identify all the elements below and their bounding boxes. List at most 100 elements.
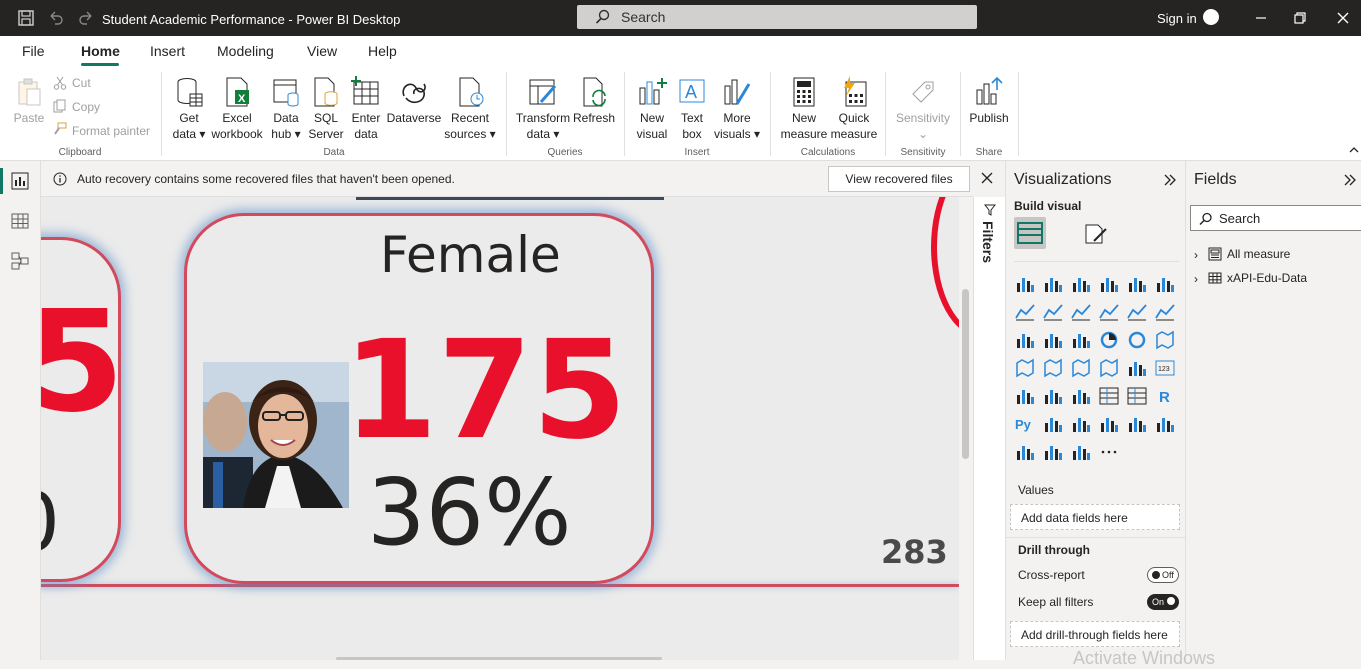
menu-insert[interactable]: Insert: [150, 43, 185, 59]
donut-chart-icon[interactable]: [1126, 329, 1148, 351]
area-chart-icon[interactable]: [1042, 301, 1064, 323]
line-column-chart-icon[interactable]: [1098, 301, 1120, 323]
menu-file[interactable]: File: [22, 43, 45, 59]
avatar[interactable]: [1203, 9, 1219, 25]
scrollbar-thumb[interactable]: [962, 289, 969, 459]
python-visual-icon[interactable]: Py: [1014, 413, 1036, 435]
sql-server-button[interactable]: SQL Server: [306, 76, 346, 142]
sql-label-2: Server: [308, 127, 344, 141]
multi-row-card-icon[interactable]: [1014, 385, 1036, 407]
line-clustered-column-chart-icon[interactable]: [1126, 301, 1148, 323]
publish-button[interactable]: Publish: [966, 76, 1012, 126]
new-visual-button[interactable]: New visual: [632, 76, 672, 142]
title-search-box[interactable]: Search: [577, 5, 977, 29]
quick-measure-button[interactable]: Quick measure: [829, 76, 879, 142]
more-visuals-button[interactable]: More visuals ▾: [712, 76, 762, 142]
shape-map-icon[interactable]: [1070, 357, 1092, 379]
menu-modeling[interactable]: Modeling: [217, 43, 274, 59]
redo-icon[interactable]: [76, 8, 96, 28]
filled-map-icon[interactable]: [1042, 357, 1064, 379]
stacked-bar-chart-icon[interactable]: [1014, 273, 1036, 295]
minimize-icon[interactable]: [1251, 8, 1271, 28]
menu-help[interactable]: Help: [368, 43, 397, 59]
restore-icon[interactable]: [1290, 8, 1310, 28]
more-visuals-ellipsis-icon[interactable]: [1098, 441, 1120, 463]
report-canvas[interactable]: 5 0 Female 175 36% 283: [41, 197, 959, 660]
build-visual-icon: [1017, 222, 1043, 244]
ribbon-separator: [885, 72, 886, 156]
transform-data-button[interactable]: Transform data ▾: [514, 76, 572, 142]
ribbon-chart-icon[interactable]: [1154, 301, 1176, 323]
expand-pane-icon[interactable]: [1342, 173, 1358, 187]
line-chart-icon[interactable]: [1014, 301, 1036, 323]
collapse-ribbon-icon[interactable]: [1349, 146, 1359, 154]
close-window-icon[interactable]: [1333, 8, 1353, 28]
paginated-report-icon[interactable]: [1014, 441, 1036, 463]
cut-button[interactable]: Cut: [72, 76, 91, 90]
slicer-icon[interactable]: [1070, 385, 1092, 407]
recent-label-2: sources: [444, 127, 487, 141]
new-measure-button[interactable]: New measure: [778, 76, 830, 142]
data-hub-button[interactable]: Data hub ▾: [266, 76, 306, 142]
smart-narrative-icon[interactable]: [1126, 413, 1148, 435]
expand-pane-icon[interactable]: [1162, 173, 1178, 187]
treemap-icon[interactable]: [1154, 329, 1176, 351]
clustered-column-chart-icon[interactable]: [1098, 273, 1120, 295]
table-icon[interactable]: [1098, 385, 1120, 407]
100-column-chart-icon[interactable]: [1154, 273, 1176, 295]
sign-in-link[interactable]: Sign in: [1157, 11, 1197, 26]
waterfall-chart-icon[interactable]: [1014, 329, 1036, 351]
text-box-button[interactable]: A Text box: [673, 76, 711, 142]
map-icon[interactable]: [1014, 357, 1036, 379]
gauge-icon[interactable]: [1126, 357, 1148, 379]
excel-workbook-button[interactable]: X Excel workbook: [209, 76, 265, 142]
close-icon[interactable]: [980, 171, 994, 185]
decomposition-tree-icon[interactable]: [1070, 413, 1092, 435]
r-visual-icon[interactable]: R: [1154, 385, 1176, 407]
values-drop-zone[interactable]: Add data fields here: [1010, 504, 1180, 530]
stacked-area-chart-icon[interactable]: [1070, 301, 1092, 323]
funnel-chart-icon[interactable]: [1042, 329, 1064, 351]
model-view-icon[interactable]: [10, 251, 30, 271]
drill-through-drop-zone[interactable]: Add drill-through fields here: [1010, 621, 1180, 647]
enter-data-button[interactable]: Enter data: [346, 76, 386, 142]
matrix-icon[interactable]: [1126, 385, 1148, 407]
view-recovered-files-button[interactable]: View recovered files: [828, 166, 970, 192]
key-influencers-icon[interactable]: [1042, 413, 1064, 435]
clustered-bar-chart-icon[interactable]: [1070, 273, 1092, 295]
refresh-button[interactable]: Refresh: [572, 76, 616, 126]
format-visual-icon[interactable]: [1082, 221, 1108, 247]
cross-report-toggle[interactable]: Off: [1147, 567, 1179, 583]
paste-button[interactable]: Paste: [12, 76, 46, 126]
get-data-button[interactable]: Get data ▾: [168, 76, 210, 142]
recent-sources-button[interactable]: Recent sources ▾: [442, 76, 498, 142]
report-view-icon[interactable]: [10, 171, 30, 191]
save-icon[interactable]: [16, 8, 36, 28]
copy-button[interactable]: Copy: [72, 100, 100, 114]
pie-chart-icon[interactable]: [1098, 329, 1120, 351]
qa-visual-icon[interactable]: [1098, 413, 1120, 435]
trophy-visual-icon[interactable]: [1154, 413, 1176, 435]
fields-search-input[interactable]: Search: [1190, 205, 1361, 231]
filters-pane-collapsed[interactable]: Filters: [973, 197, 1005, 660]
100-bar-chart-icon[interactable]: [1126, 273, 1148, 295]
card-icon[interactable]: 123: [1154, 357, 1176, 379]
canvas-scrollbar[interactable]: [959, 197, 973, 660]
scatter-chart-icon[interactable]: [1070, 329, 1092, 351]
partial-image-strip: [356, 197, 664, 200]
dataverse-button[interactable]: Dataverse: [386, 76, 442, 126]
power-apps-icon[interactable]: [1042, 441, 1064, 463]
sensitivity-label: Sensitivity: [895, 111, 951, 125]
azure-map-icon[interactable]: [1098, 357, 1120, 379]
undo-icon[interactable]: [46, 8, 66, 28]
menu-view[interactable]: View: [307, 43, 337, 59]
table-view-icon[interactable]: [10, 211, 30, 231]
build-visual-tab[interactable]: [1014, 217, 1046, 249]
sensitivity-button[interactable]: Sensitivity ⌄: [893, 76, 953, 142]
menu-home[interactable]: Home: [81, 43, 120, 59]
power-automate-icon[interactable]: [1070, 441, 1092, 463]
format-painter-button[interactable]: Format painter: [72, 124, 150, 138]
keep-filters-toggle[interactable]: On: [1147, 594, 1179, 610]
stacked-column-chart-icon[interactable]: [1042, 273, 1064, 295]
kpi-icon[interactable]: [1042, 385, 1064, 407]
